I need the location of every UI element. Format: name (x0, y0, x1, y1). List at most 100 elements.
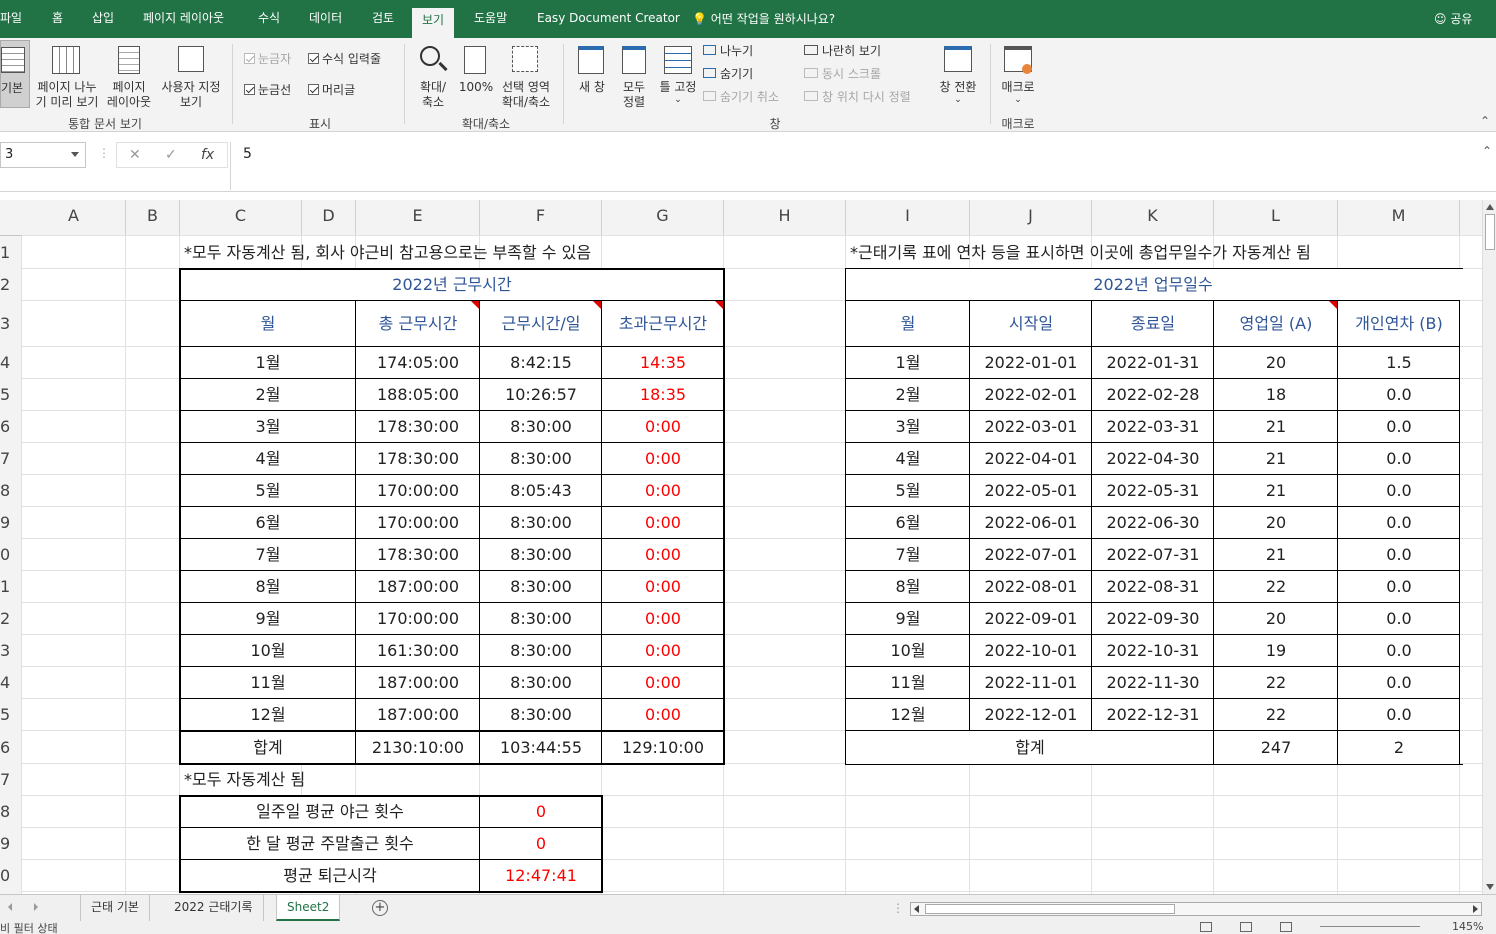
days-table-cell[interactable]: 10월 (846, 635, 970, 667)
share-button[interactable]: ☺ 공유 (1434, 10, 1472, 27)
work-table-cell[interactable]: 170:00:00 (356, 603, 480, 635)
normal-view-button[interactable]: 기본 (0, 40, 30, 108)
days-table-cell[interactable]: 2022-11-01 (970, 667, 1092, 699)
column-header-i[interactable]: I (846, 200, 970, 236)
work-table-total-cell[interactable]: 129:10:00 (602, 731, 724, 764)
days-table-cell[interactable]: 2022-09-01 (970, 603, 1092, 635)
days-table-header[interactable]: 개인연차 (B) (1338, 301, 1460, 347)
sync-scroll-button[interactable]: 동시 스크롤 (804, 67, 881, 82)
zoom-level[interactable]: 145% (1452, 922, 1483, 933)
collapse-ribbon-icon[interactable]: ⌃ (1480, 114, 1490, 128)
work-table-header[interactable]: 총 근무시간 (356, 301, 480, 347)
days-table-cell[interactable]: 6월 (846, 507, 970, 539)
page-break-status-icon[interactable] (1280, 922, 1292, 932)
days-table-total-label[interactable]: 합계 (846, 731, 1214, 764)
page-break-preview-button[interactable]: 페이지 나누 기 미리 보기 (32, 40, 102, 109)
sheet-prev-icon[interactable] (8, 903, 12, 911)
days-table-total-cell[interactable]: 247 (1214, 731, 1338, 764)
work-table-cell[interactable]: 0:00 (602, 539, 724, 571)
row-header[interactable]: 5 (0, 699, 22, 731)
work-table-cell[interactable]: 178:30:00 (356, 539, 480, 571)
work-table-cell[interactable]: 178:30:00 (356, 411, 480, 443)
row-header[interactable]: 9 (0, 828, 22, 860)
days-table-cell[interactable]: 20 (1214, 347, 1338, 379)
days-table-title[interactable]: 2022년 업무일수 (846, 269, 1460, 301)
work-table-cell[interactable]: 0:00 (602, 507, 724, 539)
zoom-button[interactable]: 확대/ 축소 (412, 40, 454, 110)
row-header[interactable]: 0 (0, 860, 22, 892)
column-header-a[interactable]: A (22, 200, 126, 236)
days-table-cell[interactable]: 3월 (846, 411, 970, 443)
new-window-button[interactable]: 새 창 (572, 40, 612, 110)
insert-function-icon[interactable]: fx (201, 147, 214, 163)
column-header-b[interactable]: B (126, 200, 180, 236)
hide-button[interactable]: 숨기기 (703, 67, 753, 82)
days-table-cell[interactable]: 2022-10-31 (1092, 635, 1214, 667)
scroll-right-icon[interactable] (1473, 905, 1478, 913)
normal-view-status-icon[interactable] (1200, 922, 1212, 932)
stats-value-cell[interactable]: 12:47:41 (480, 860, 602, 892)
days-table-cell[interactable]: 0.0 (1338, 475, 1460, 507)
days-table-cell[interactable]: 2022-05-31 (1092, 475, 1214, 507)
days-table-cell[interactable]: 0.0 (1338, 443, 1460, 475)
days-table-cell[interactable]: 19 (1214, 635, 1338, 667)
tab-formulas[interactable]: 수식 (258, 10, 280, 26)
custom-views-button[interactable]: 사용자 지정 보기 (156, 40, 226, 109)
column-header-l[interactable]: L (1214, 200, 1338, 236)
days-table-cell[interactable]: 9월 (846, 603, 970, 635)
work-table-cell[interactable]: 8:30:00 (480, 443, 602, 475)
days-table-cell[interactable]: 21 (1214, 475, 1338, 507)
work-table-cell[interactable]: 3월 (180, 411, 356, 443)
column-header-j[interactable]: J (970, 200, 1092, 236)
work-table-total-cell[interactable]: 2130:10:00 (356, 731, 480, 764)
tab-home[interactable]: 홈 (52, 10, 63, 26)
row-header[interactable]: 6 (0, 411, 22, 443)
work-table-cell[interactable]: 14:35 (602, 347, 724, 379)
name-box[interactable]: 3 (0, 142, 86, 168)
left-note-cell[interactable]: *모두 자동계산 됨, 회사 야근비 참고용으로는 부족할 수 있음 (180, 236, 846, 269)
days-table-cell[interactable]: 0.0 (1338, 603, 1460, 635)
column-header-g[interactable]: G (602, 200, 724, 236)
right-note-cell[interactable]: *근태기록 표에 연차 등을 표시하면 이곳에 총업무일수가 자동계산 됨 (846, 236, 1460, 269)
days-table-cell[interactable]: 0.0 (1338, 635, 1460, 667)
days-table-cell[interactable]: 2월 (846, 379, 970, 411)
days-table-cell[interactable]: 2022-08-31 (1092, 571, 1214, 603)
stats-value-cell[interactable]: 0 (480, 796, 602, 828)
gridlines-checkbox[interactable]: 눈금선 (244, 83, 291, 98)
split-button[interactable]: 나누기 (703, 44, 753, 59)
vertical-scroll-thumb[interactable] (1485, 214, 1495, 250)
work-table-cell[interactable]: 188:05:00 (356, 379, 480, 411)
column-header-k[interactable]: K (1092, 200, 1214, 236)
tab-data[interactable]: 데이터 (309, 10, 342, 26)
days-table-cell[interactable]: 12월 (846, 699, 970, 731)
row-header[interactable]: 2 (0, 269, 22, 301)
days-table-cell[interactable]: 0.0 (1338, 507, 1460, 539)
days-table-cell[interactable]: 1.5 (1338, 347, 1460, 379)
column-header-e[interactable]: E (356, 200, 480, 236)
days-table-cell[interactable]: 22 (1214, 667, 1338, 699)
work-table-cell[interactable]: 0:00 (602, 667, 724, 699)
days-table-cell[interactable]: 0.0 (1338, 411, 1460, 443)
work-table-cell[interactable]: 8:30:00 (480, 603, 602, 635)
add-sheet-icon[interactable]: + (372, 900, 388, 916)
cell-area[interactable]: *모두 자동계산 됨, 회사 야근비 참고용으로는 부족할 수 있음 *근태기록 … (21, 235, 1482, 894)
days-table-cell[interactable]: 2022-05-01 (970, 475, 1092, 507)
stats-label-cell[interactable]: 한 달 평균 주말출근 횟수 (180, 828, 480, 860)
headings-checkbox[interactable]: 머리글 (308, 83, 355, 98)
days-table-total-cell[interactable]: 2 (1338, 731, 1460, 764)
row-header[interactable]: 8 (0, 475, 22, 507)
work-table-cell[interactable]: 7월 (180, 539, 356, 571)
days-table-cell[interactable]: 20 (1214, 603, 1338, 635)
days-table-cell[interactable]: 2022-10-01 (970, 635, 1092, 667)
days-table-cell[interactable]: 11월 (846, 667, 970, 699)
days-table-cell[interactable]: 1월 (846, 347, 970, 379)
work-table-cell[interactable]: 10:26:57 (480, 379, 602, 411)
work-table-cell[interactable]: 18:35 (602, 379, 724, 411)
formula-input[interactable]: 5 (230, 142, 1496, 190)
work-table-header[interactable]: 근무시간/일 (480, 301, 602, 347)
work-table-cell[interactable]: 161:30:00 (356, 635, 480, 667)
days-table-cell[interactable]: 2022-07-01 (970, 539, 1092, 571)
column-header-h[interactable]: H (724, 200, 846, 236)
work-table-cell[interactable]: 8:30:00 (480, 571, 602, 603)
days-table-header[interactable]: 월 (846, 301, 970, 347)
